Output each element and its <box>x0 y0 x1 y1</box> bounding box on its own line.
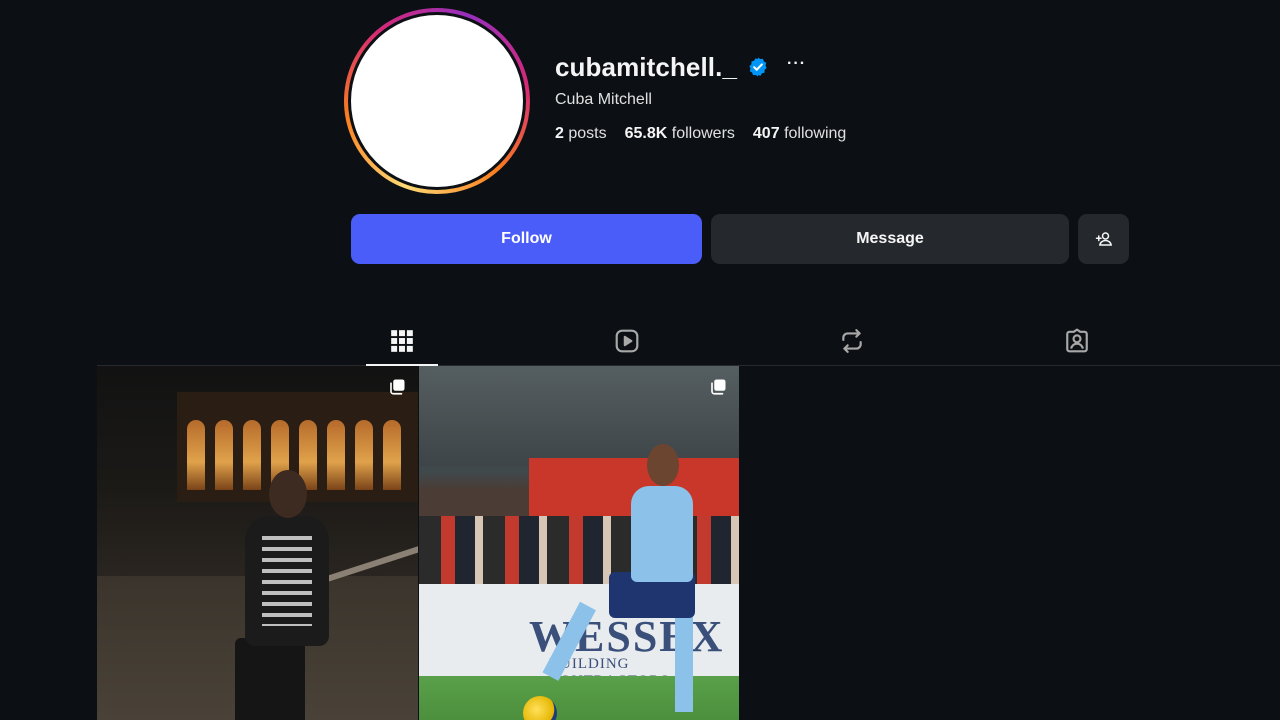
tab-tagged[interactable] <box>1041 316 1113 365</box>
tab-reposts[interactable] <box>816 316 888 365</box>
grid-icon <box>391 329 413 352</box>
follow-button[interactable]: Follow <box>351 214 702 264</box>
profile-tabs <box>97 316 1280 366</box>
followers-count: 65.8K <box>624 125 668 142</box>
username-row: cubamitchell._ ··· <box>555 50 806 84</box>
post-image <box>97 366 418 720</box>
profile-stats: 2 posts 65.8K followers 407 following <box>555 125 846 143</box>
following-count: 407 <box>752 125 780 142</box>
reposts-icon <box>842 328 862 353</box>
tagged-icon <box>1066 328 1088 352</box>
post-thumbnail[interactable]: WESSEX BUILDING CONTRACTORS <box>419 366 739 720</box>
followers-label: followers <box>671 125 735 142</box>
suggested-users-button[interactable] <box>1078 214 1129 264</box>
posts-stat: 2 posts <box>555 125 607 143</box>
avatar[interactable] <box>351 15 523 187</box>
username: cubamitchell._ <box>555 51 738 82</box>
multiple-images-icon <box>711 379 726 395</box>
following-label: following <box>784 125 847 142</box>
post-thumbnail[interactable] <box>97 366 418 720</box>
profile-page: cubamitchell._ ··· Cuba Mitchell 2 posts… <box>0 0 1280 720</box>
add-user-icon <box>1095 232 1112 246</box>
posts-label: posts <box>568 125 607 142</box>
reels-icon <box>615 329 639 352</box>
tab-posts[interactable] <box>366 316 438 366</box>
posts-count: 2 <box>555 125 564 142</box>
tab-reels[interactable] <box>591 316 663 365</box>
more-options-icon[interactable]: ··· <box>787 56 806 78</box>
posts-grid: WESSEX BUILDING CONTRACTORS <box>97 366 739 720</box>
full-name: Cuba Mitchell <box>555 91 652 108</box>
avatar-gap <box>348 12 526 190</box>
following-stat[interactable]: 407 following <box>753 125 846 143</box>
followers-stat[interactable]: 65.8K followers <box>625 125 735 143</box>
message-button[interactable]: Message <box>711 214 1069 264</box>
story-ring[interactable] <box>344 8 530 194</box>
verified-badge-icon <box>747 56 769 78</box>
multiple-images-icon <box>390 379 405 395</box>
post-image: WESSEX BUILDING CONTRACTORS <box>419 366 739 720</box>
